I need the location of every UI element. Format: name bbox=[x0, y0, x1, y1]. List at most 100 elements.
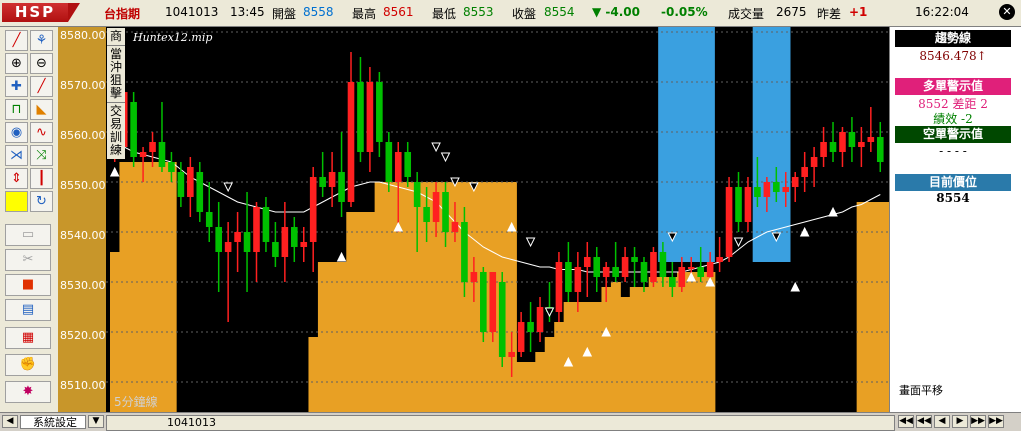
sell-signal-marker bbox=[223, 182, 233, 193]
candle-body bbox=[650, 252, 657, 282]
trend-icon[interactable]: ⚘ bbox=[30, 30, 53, 51]
refresh-icon[interactable]: ↻ bbox=[30, 191, 53, 212]
wave-icon[interactable]: ∿ bbox=[30, 122, 53, 143]
diff-value: +1 bbox=[849, 5, 868, 19]
index-name: 台指期 bbox=[104, 7, 141, 21]
timeline-scroll[interactable]: 1041013 bbox=[106, 415, 895, 431]
nav-prev-page-icon[interactable]: ◀◀ bbox=[916, 415, 932, 428]
candle-body bbox=[432, 192, 440, 222]
candle-body bbox=[848, 132, 856, 147]
candle-body bbox=[451, 222, 459, 232]
candlestick-plot bbox=[106, 27, 889, 412]
stop-icon[interactable]: ■ bbox=[5, 274, 51, 296]
nav-prev-icon[interactable]: ◀ bbox=[934, 415, 950, 428]
line-draw-icon[interactable]: ╱ bbox=[5, 30, 28, 51]
scroll-note: 畫面平移 bbox=[899, 384, 943, 397]
buy-signal-marker bbox=[109, 166, 120, 177]
side-label-1: 當沖狙擊 bbox=[107, 45, 125, 100]
candles-icon[interactable]: ┃ bbox=[30, 168, 53, 189]
stop-area-bar bbox=[157, 162, 168, 412]
candle-body bbox=[565, 262, 572, 292]
stop-area-bar bbox=[147, 162, 158, 412]
gloves-icon[interactable]: ✊ bbox=[5, 354, 51, 376]
signal-zone bbox=[658, 27, 715, 262]
star-icon[interactable]: ✸ bbox=[5, 381, 51, 403]
pencil-icon[interactable]: ◣ bbox=[30, 99, 53, 120]
short-alert-value: - - - - bbox=[939, 144, 967, 158]
color-square-icon[interactable] bbox=[5, 191, 28, 212]
stop-area-bar bbox=[506, 182, 517, 412]
candle-body bbox=[725, 187, 733, 257]
side-label-0: 商 bbox=[109, 29, 122, 43]
candle-body bbox=[763, 182, 771, 197]
candle-body bbox=[498, 282, 506, 357]
stop-area-bar bbox=[677, 272, 688, 412]
close-icon[interactable]: ✕ bbox=[999, 4, 1015, 20]
zoom-in-icon[interactable]: ⊕ bbox=[5, 53, 28, 74]
buy-signal-marker bbox=[828, 206, 838, 217]
candle-body bbox=[735, 187, 742, 222]
settings-label[interactable]: 系統設定 bbox=[20, 415, 86, 429]
cross-arrows-icon[interactable]: ⤨ bbox=[30, 145, 53, 166]
ruler-icon[interactable]: ╱ bbox=[30, 76, 53, 97]
dropdown-icon[interactable]: ▼ bbox=[88, 415, 104, 428]
stop-area-bar bbox=[336, 262, 347, 412]
candle-body bbox=[517, 322, 525, 352]
lock-icon[interactable]: ⊓ bbox=[5, 99, 28, 120]
candle-body bbox=[139, 152, 147, 157]
zoom-out-icon[interactable]: ⊖ bbox=[30, 53, 53, 74]
nav-next-page-icon[interactable]: ▶▶ bbox=[970, 415, 986, 428]
folder-icon[interactable]: ▭ bbox=[5, 224, 51, 246]
quote-header: HSP 台指期 1041013 13:45 開盤 8558 最高 8561 最低… bbox=[0, 0, 1021, 27]
price-axis: 8580.00 8570.00 8560.00 8550.00 8540.00 … bbox=[58, 27, 106, 412]
candle-body bbox=[744, 187, 752, 222]
nav-first-icon[interactable]: ◀◀ bbox=[898, 415, 914, 428]
candle-body bbox=[602, 267, 610, 277]
candle-body bbox=[394, 152, 402, 182]
candle-body bbox=[470, 272, 478, 282]
candle-body bbox=[876, 137, 884, 162]
stop-area-bar bbox=[705, 272, 716, 412]
stop-area-bar bbox=[402, 182, 413, 412]
crosshair-icon[interactable]: ✚ bbox=[5, 76, 28, 97]
nav-next-icon[interactable]: ▶ bbox=[952, 415, 968, 428]
stop-area-bar bbox=[166, 162, 177, 412]
stop-area-bar bbox=[866, 202, 877, 412]
stop-area-bar bbox=[384, 182, 395, 412]
stop-area-bar bbox=[856, 202, 867, 412]
candle-body bbox=[527, 322, 534, 332]
candle-body bbox=[791, 177, 799, 187]
table-icon[interactable]: ▦ bbox=[5, 327, 51, 349]
drawing-toolbar: ╱ ⚘ ⊕ ⊖ ✚ ╱ ⊓ ◣ ◉ ∿ ⋊ ⤨ ⇕ ┃ ↻ ▭ ✂ ■ ▤ ▦ … bbox=[0, 27, 59, 412]
candle-body bbox=[177, 172, 185, 197]
candle-body bbox=[820, 142, 827, 157]
stop-area-bar bbox=[582, 302, 593, 412]
left-scroll-icon[interactable]: ◀ bbox=[2, 415, 18, 428]
indicator-icon[interactable]: ◉ bbox=[5, 122, 28, 143]
y-tick: 8550.00 bbox=[60, 179, 106, 192]
candle-body bbox=[461, 222, 468, 282]
candle-body bbox=[158, 142, 166, 167]
candle-body bbox=[867, 137, 875, 142]
candle-body bbox=[187, 167, 194, 197]
candle-body bbox=[669, 277, 676, 287]
sell-signal-marker bbox=[431, 142, 441, 153]
strategy-side-label: 商 當沖狙擊 交易訓練 bbox=[107, 28, 125, 159]
long-alert-title: 多單警示值 bbox=[895, 78, 1011, 95]
open-value: 8558 bbox=[303, 5, 334, 19]
stop-area-bar bbox=[554, 322, 565, 412]
candle-body bbox=[149, 142, 156, 152]
nav-last-icon[interactable]: ▶▶ bbox=[988, 415, 1004, 428]
scissors-icon[interactable]: ✂ bbox=[5, 249, 51, 271]
candle-body bbox=[253, 207, 260, 252]
close-label: 收盤 bbox=[512, 7, 537, 21]
candle-body bbox=[385, 142, 393, 182]
stop-area-bar bbox=[544, 337, 555, 412]
fan-icon[interactable]: ⋊ bbox=[5, 145, 28, 166]
calendar-icon[interactable]: ▤ bbox=[5, 299, 51, 321]
candle-body bbox=[659, 252, 667, 277]
candle-body bbox=[376, 82, 383, 142]
candle-body bbox=[480, 272, 487, 332]
updown-icon[interactable]: ⇕ bbox=[5, 168, 28, 189]
price-chart[interactable]: 商 當沖狙擊 交易訓練 Huntex12.mip 5分鐘線 bbox=[106, 27, 889, 412]
